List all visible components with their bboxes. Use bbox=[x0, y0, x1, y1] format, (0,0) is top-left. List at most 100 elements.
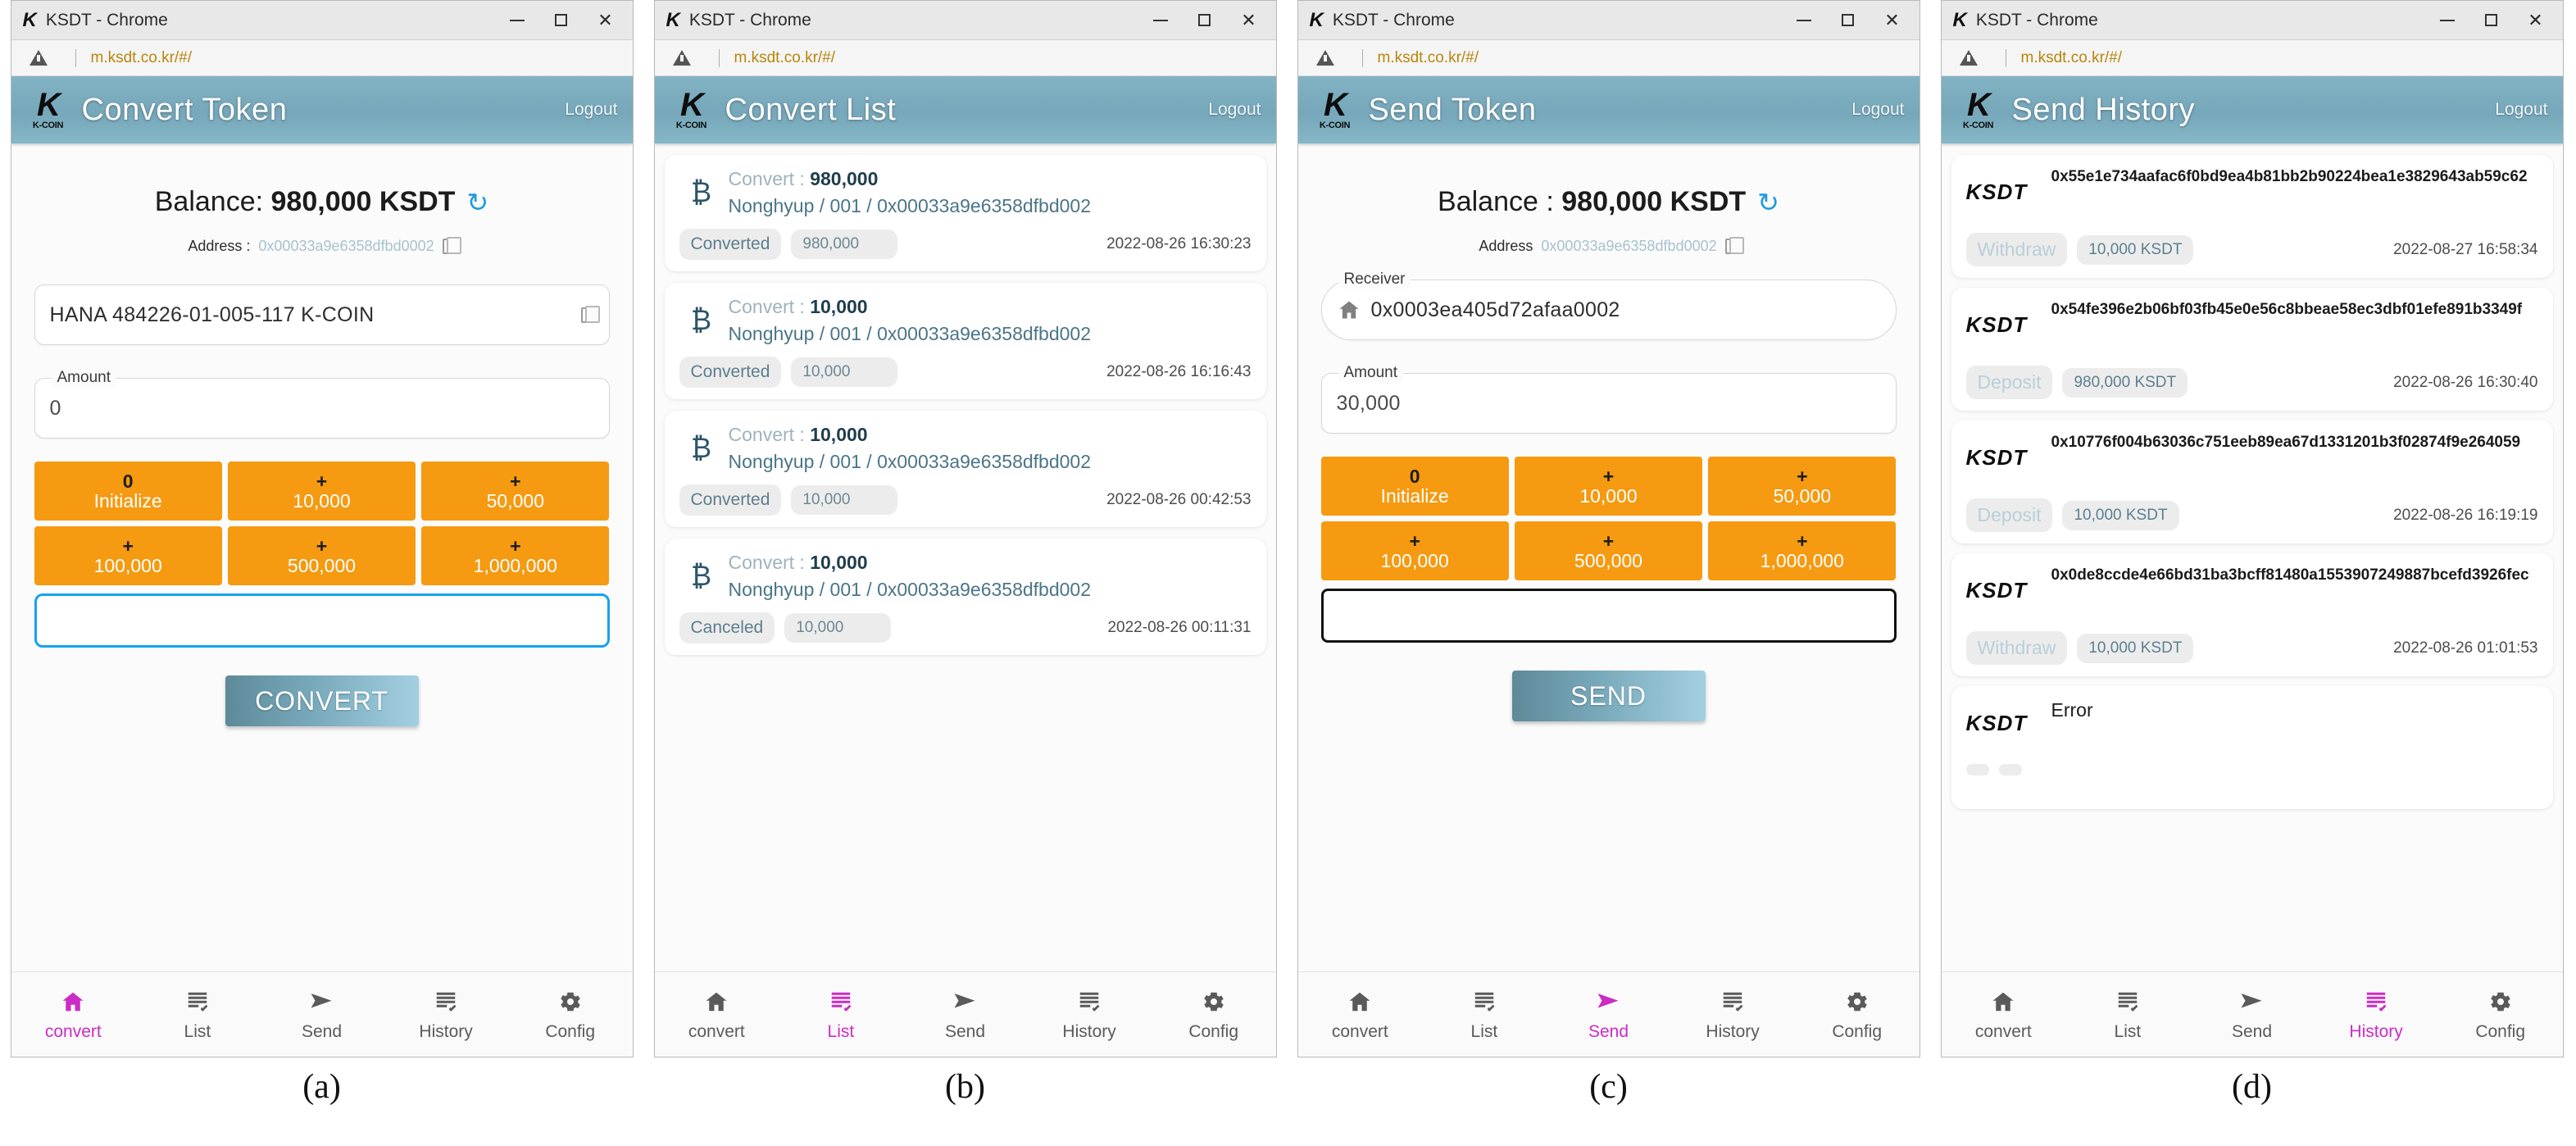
convert-input[interactable] bbox=[34, 593, 610, 648]
maximize-button[interactable] bbox=[539, 2, 584, 39]
list-item[interactable]: ₿ Convert : 10,000 Nonghyup / 001 / 0x00… bbox=[664, 411, 1266, 527]
amount-field[interactable]: Amount 0 bbox=[34, 369, 610, 439]
send-cta-wrap: SEND bbox=[1298, 671, 1920, 721]
refresh-icon[interactable]: ↻ bbox=[1757, 189, 1779, 216]
logout-button[interactable]: Logout bbox=[2495, 100, 2547, 120]
url-text[interactable]: m.ksdt.co.kr/#/ bbox=[91, 49, 193, 67]
send-paper-plane-icon bbox=[2238, 988, 2265, 1016]
close-icon[interactable]: ✕ bbox=[584, 2, 628, 39]
timestamp: 2022-08-26 01:01:53 bbox=[2393, 639, 2538, 657]
nav-item-convert[interactable]: convert bbox=[655, 988, 779, 1042]
nav-item-send[interactable]: Send bbox=[2190, 988, 2315, 1042]
nav-item-send[interactable]: Send bbox=[260, 988, 384, 1042]
close-icon[interactable]: ✕ bbox=[1227, 2, 1271, 39]
amount-badge: 10,000 bbox=[784, 613, 892, 643]
amount-field[interactable]: Amount 30,000 bbox=[1320, 364, 1897, 434]
copy-icon[interactable] bbox=[1724, 237, 1744, 254]
list-item[interactable]: KSDT 0x54fe396e2b06bf03fb45e0e56c8bbeae5… bbox=[1951, 288, 2553, 411]
close-icon[interactable]: ✕ bbox=[1870, 2, 1915, 39]
nav-item-config[interactable]: Config bbox=[2438, 988, 2563, 1042]
nav-item-history[interactable]: History bbox=[384, 988, 508, 1042]
list-item[interactable]: KSDT 0x55e1e734aafac6f0bd9ea4b81bb2b9022… bbox=[1951, 155, 2553, 278]
ksdt-logo-icon: KSDT bbox=[1965, 711, 2028, 735]
nav-item-convert[interactable]: convert bbox=[1298, 988, 1423, 1042]
send-input[interactable] bbox=[1320, 589, 1897, 643]
quick-button-500000[interactable]: + 500,000 bbox=[1514, 521, 1703, 580]
nav-item-send[interactable]: Send bbox=[1547, 988, 1671, 1042]
url-text[interactable]: m.ksdt.co.kr/#/ bbox=[734, 49, 836, 67]
address-label: Address bbox=[1479, 238, 1533, 254]
nav-item-config[interactable]: Config bbox=[508, 988, 633, 1042]
send-button[interactable]: SEND bbox=[1511, 671, 1706, 721]
refresh-icon[interactable]: ↻ bbox=[466, 189, 488, 216]
account-field[interactable]: HANA 484226-01-005-117 K-COIN bbox=[34, 284, 610, 345]
copy-icon[interactable] bbox=[442, 237, 461, 254]
url-text[interactable]: m.ksdt.co.kr/#/ bbox=[2021, 49, 2123, 67]
bottom-nav: convert List Send History Config bbox=[11, 971, 633, 1057]
logout-button[interactable]: Logout bbox=[1208, 100, 1261, 120]
bitcoin-icon: ₿ bbox=[690, 176, 712, 208]
quick-button-1000000[interactable]: + 1,000,000 bbox=[421, 526, 610, 585]
list-item[interactable]: ₿ Convert : 10,000 Nonghyup / 001 / 0x00… bbox=[664, 539, 1266, 655]
timestamp: 2022-08-26 16:30:23 bbox=[1106, 235, 1252, 252]
receiver-field[interactable]: Receiver 0x0003ea405d72afaa0002 bbox=[1320, 271, 1897, 340]
quick-button-initialize[interactable]: 0 Initialize bbox=[34, 462, 222, 521]
maximize-button[interactable] bbox=[2469, 2, 2514, 39]
logout-button[interactable]: Logout bbox=[1851, 100, 1904, 120]
list-item[interactable]: KSDT 0x10776f004b63036c751eeb89ea67d1331… bbox=[1951, 421, 2553, 543]
copy-icon[interactable] bbox=[580, 305, 600, 323]
nav-item-convert[interactable]: convert bbox=[1942, 988, 2066, 1042]
nav-item-list[interactable]: List bbox=[135, 988, 260, 1042]
quick-button-500000[interactable]: + 500,000 bbox=[227, 526, 416, 585]
list-item[interactable]: KSDT 0x0de8ccde4e66bd31ba3bcff81480a1553… bbox=[1951, 553, 2553, 676]
nav-item-history[interactable]: History bbox=[1027, 988, 1152, 1042]
timestamp: 2022-08-26 16:16:43 bbox=[1106, 363, 1252, 380]
nav-item-config[interactable]: Config bbox=[1795, 988, 1920, 1042]
nav-label: History bbox=[2349, 1021, 2403, 1041]
home-icon bbox=[1337, 298, 1361, 321]
quick-button-100000[interactable]: + 100,000 bbox=[34, 526, 222, 585]
nav-item-config[interactable]: Config bbox=[1152, 988, 1276, 1042]
k-logo-icon: K bbox=[1952, 8, 1967, 31]
nav-item-history[interactable]: History bbox=[1670, 988, 1795, 1042]
convert-button[interactable]: CONVERT bbox=[225, 675, 419, 726]
nav-item-send[interactable]: Send bbox=[903, 988, 1028, 1042]
list-item-amount: 10,000 bbox=[810, 296, 868, 317]
logout-button[interactable]: Logout bbox=[565, 100, 617, 120]
balance-label: Balance: 980,000 KSDT bbox=[155, 186, 456, 218]
send-history-list[interactable]: KSDT 0x55e1e734aafac6f0bd9ea4b81bb2b9022… bbox=[1942, 143, 2563, 971]
minimize-button[interactable] bbox=[495, 2, 539, 39]
nav-item-list[interactable]: List bbox=[2065, 988, 2190, 1042]
status-badge bbox=[1965, 764, 1989, 775]
send-paper-plane-icon bbox=[307, 988, 335, 1016]
kcoin-logo-icon: K K-COIN bbox=[1310, 89, 1361, 130]
url-text[interactable]: m.ksdt.co.kr/#/ bbox=[1378, 49, 1479, 67]
list-item[interactable]: KSDT Error bbox=[1951, 686, 2553, 809]
list-check-icon bbox=[829, 988, 853, 1016]
minimize-button[interactable] bbox=[2425, 2, 2469, 39]
quick-button-10000[interactable]: + 10,000 bbox=[227, 462, 416, 521]
quick-button-initialize[interactable]: 0 Initialize bbox=[1320, 457, 1509, 516]
convert-list[interactable]: ₿ Convert : 980,000 Nonghyup / 001 / 0x0… bbox=[655, 143, 1276, 971]
quick-button-50000[interactable]: + 50,000 bbox=[1708, 457, 1897, 516]
nav-item-list[interactable]: List bbox=[1422, 988, 1547, 1042]
quick-button-100000[interactable]: + 100,000 bbox=[1320, 521, 1509, 580]
quick-button-1000000[interactable]: + 1,000,000 bbox=[1708, 521, 1897, 580]
nav-item-list[interactable]: List bbox=[779, 988, 903, 1042]
close-icon[interactable]: ✕ bbox=[2514, 2, 2558, 39]
amount-badge: 10,000 KSDT bbox=[2077, 234, 2194, 265]
quick-button-top: + bbox=[316, 534, 328, 557]
list-item[interactable]: ₿ Convert : 10,000 Nonghyup / 001 / 0x00… bbox=[664, 283, 1266, 399]
quick-button-50000[interactable]: + 50,000 bbox=[421, 462, 610, 521]
nav-item-history[interactable]: History bbox=[2314, 988, 2438, 1042]
quick-button-10000[interactable]: + 10,000 bbox=[1514, 457, 1703, 516]
status-badge: Withdraw bbox=[1965, 631, 2068, 665]
list-item-amount: 10,000 bbox=[810, 424, 868, 445]
figure-caption-a: (a) bbox=[302, 1068, 341, 1106]
maximize-button[interactable] bbox=[1183, 2, 1227, 39]
minimize-button[interactable] bbox=[1138, 2, 1183, 39]
nav-item-convert[interactable]: convert bbox=[11, 988, 136, 1042]
list-item[interactable]: ₿ Convert : 980,000 Nonghyup / 001 / 0x0… bbox=[664, 155, 1266, 271]
maximize-button[interactable] bbox=[1826, 2, 1870, 39]
minimize-button[interactable] bbox=[1782, 2, 1826, 39]
